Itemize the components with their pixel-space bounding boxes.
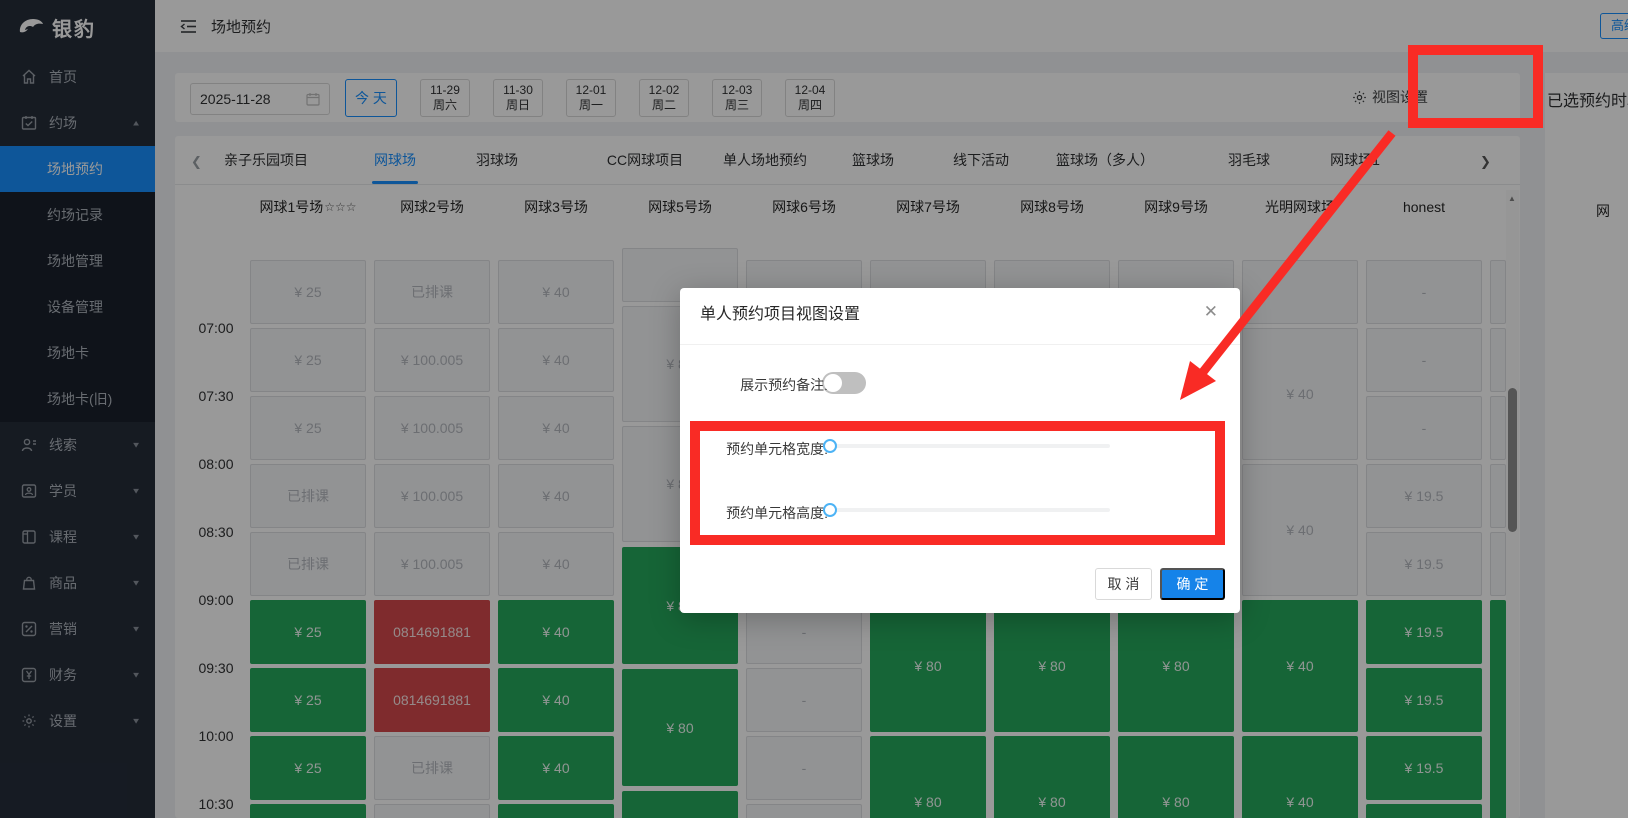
- ok-button[interactable]: 确 定: [1160, 568, 1225, 600]
- view-settings-modal: 单人预约项目视图设置 ✕ 展示预约备注: 预约单元格宽度: 预约单元格高度: 取…: [680, 288, 1240, 613]
- remark-toggle-switch[interactable]: [822, 372, 866, 394]
- slider-handle[interactable]: [823, 503, 837, 517]
- cell-height-slider[interactable]: [823, 503, 1110, 517]
- toggle-knob: [824, 374, 842, 392]
- cell-width-label: 预约单元格宽度:: [726, 441, 828, 457]
- slider-rail[interactable]: [830, 444, 1110, 448]
- modal-divider: [680, 344, 1240, 345]
- remark-toggle-label: 展示预约备注:: [740, 377, 828, 393]
- modal-title: 单人预约项目视图设置: [700, 306, 861, 323]
- slider-rail[interactable]: [830, 508, 1110, 512]
- cell-width-slider[interactable]: [823, 439, 1110, 453]
- slider-handle[interactable]: [823, 439, 837, 453]
- cancel-button[interactable]: 取 消: [1095, 568, 1152, 600]
- modal-close-icon[interactable]: ✕: [1204, 302, 1218, 322]
- cell-height-label: 预约单元格高度:: [726, 505, 828, 521]
